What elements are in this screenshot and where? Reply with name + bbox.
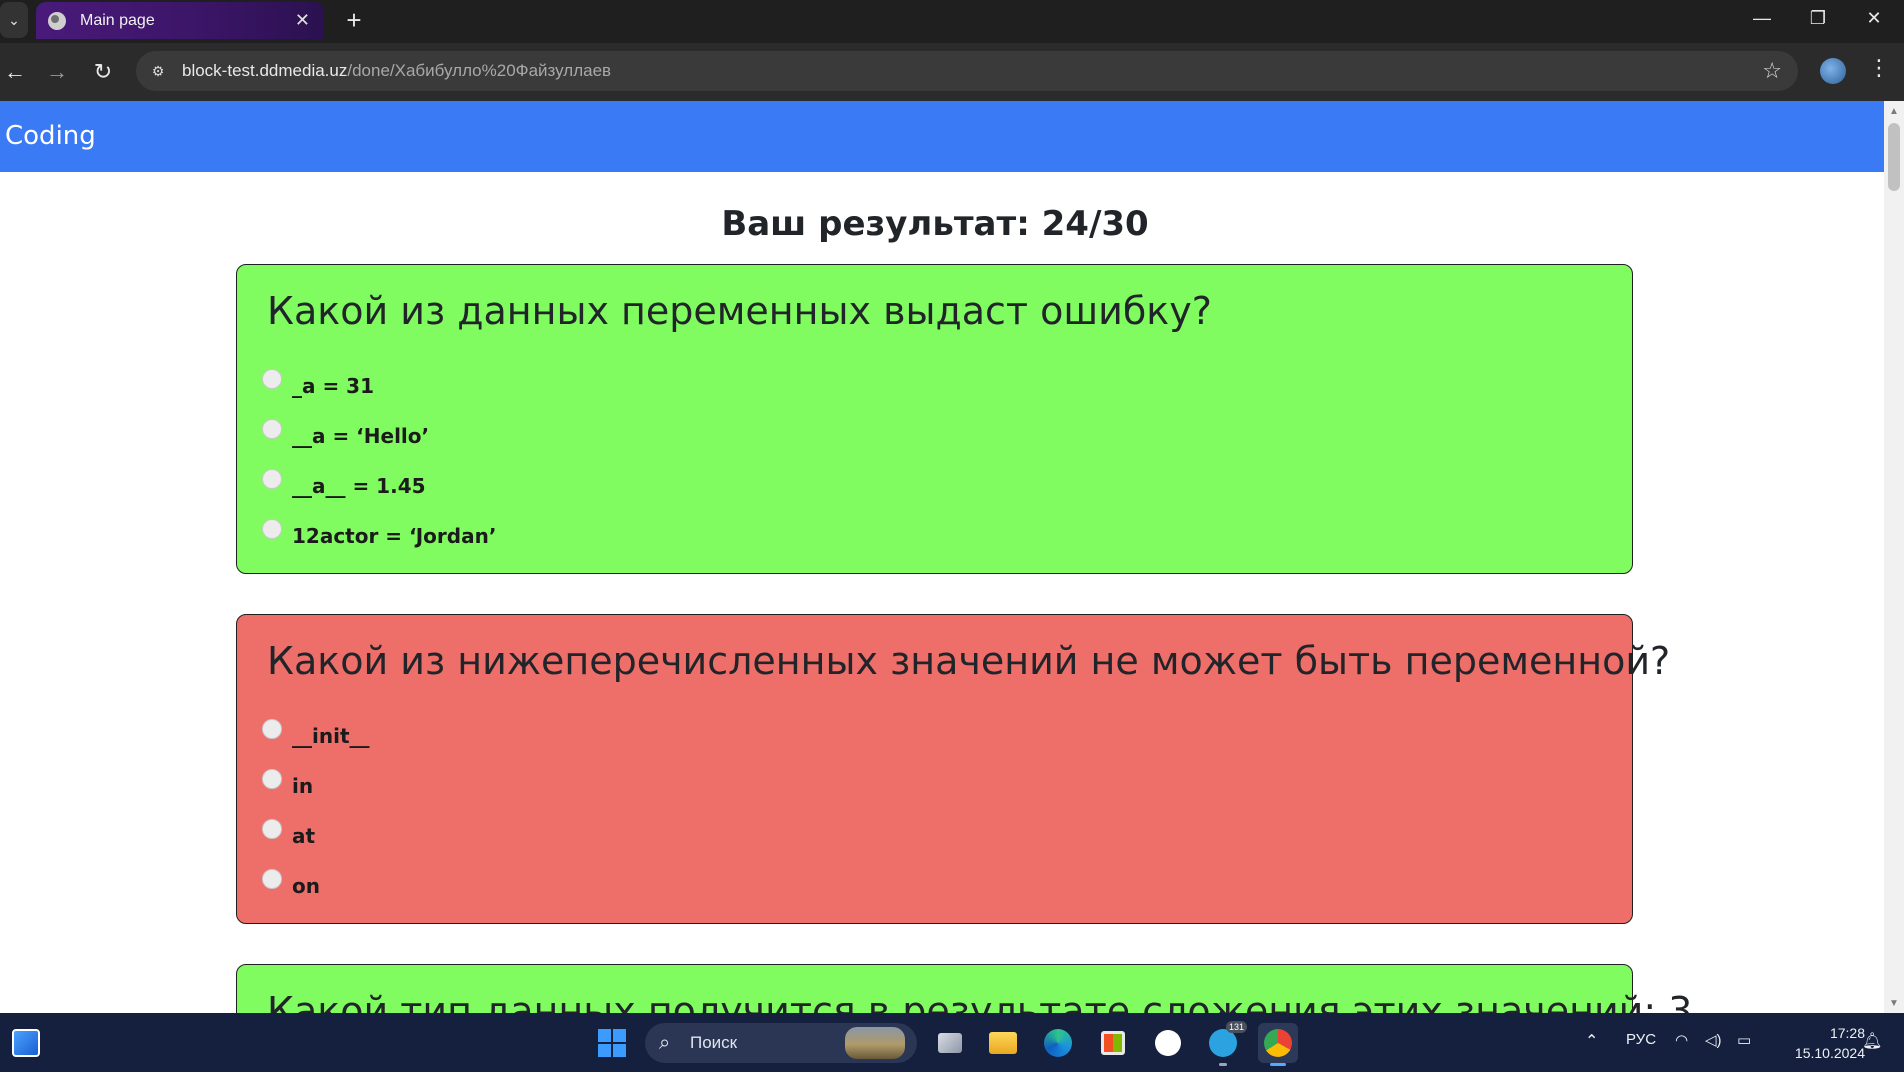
- tab-title: Main page: [80, 11, 155, 29]
- url-path: /done/Хабибулло%20Файзуллаев: [347, 61, 612, 80]
- globe-icon: [48, 11, 66, 30]
- wifi-icon[interactable]: ◠: [1675, 1031, 1688, 1049]
- site-info-icon[interactable]: ⚙: [146, 59, 170, 83]
- back-arrow-icon[interactable]: ←: [0, 57, 30, 87]
- radio-button[interactable]: [262, 369, 282, 389]
- radio-button[interactable]: [262, 419, 282, 439]
- clock-time: 17:28: [1829, 1025, 1865, 1041]
- question-text: Какой из нижеперечисленных значений не м…: [267, 639, 1671, 683]
- question-card-wrong: Какой из нижеперечисленных значений не м…: [236, 614, 1671, 924]
- search-placeholder: Поиск: [690, 1033, 738, 1052]
- question-text: Какой тип данных получится в результате …: [267, 989, 1693, 1013]
- taskbar-search[interactable]: ⌕ Поиск: [645, 1023, 917, 1063]
- bell-icon[interactable]: 🔔︎: [1862, 1031, 1882, 1051]
- scroll-thumb[interactable]: [1888, 123, 1900, 191]
- scroll-up-arrow-icon[interactable]: ▲: [1884, 103, 1904, 119]
- option-label: at: [292, 824, 316, 848]
- tab-close-icon[interactable]: ✕: [295, 10, 310, 31]
- url-host: block-test.ddmedia.uz: [182, 61, 348, 80]
- radio-button[interactable]: [262, 469, 282, 489]
- browser-menu-icon[interactable]: ⋮: [1868, 55, 1890, 81]
- browser-tab-active[interactable]: Main page ✕: [36, 2, 324, 39]
- result-heading: Ваш результат: 24/30: [721, 204, 1149, 244]
- answer-option[interactable]: in: [262, 757, 1602, 807]
- task-view-icon[interactable]: [930, 1023, 970, 1063]
- volume-icon[interactable]: ◁): [1705, 1031, 1722, 1049]
- option-label: in: [292, 774, 314, 798]
- option-label: __a = ‘Hello’: [292, 424, 430, 448]
- radio-button[interactable]: [262, 519, 282, 539]
- battery-icon[interactable]: ▭: [1737, 1031, 1751, 1049]
- search-highlight-image: [845, 1027, 905, 1059]
- option-label: __a__ = 1.45: [292, 474, 426, 498]
- page-scrollbar[interactable]: ▲ ▼: [1884, 101, 1904, 1013]
- address-bar[interactable]: ⚙ block-test.ddmedia.uz/done/Хабибулло%2…: [136, 51, 1798, 91]
- bookmark-star-icon[interactable]: ☆: [1762, 58, 1782, 84]
- option-label: _a = 31: [292, 374, 375, 398]
- language-indicator[interactable]: РУС: [1626, 1031, 1656, 1048]
- radio-button[interactable]: [262, 719, 282, 739]
- store-icon[interactable]: [1093, 1023, 1133, 1063]
- answer-option[interactable]: __init__: [262, 707, 1602, 757]
- widgets-icon[interactable]: [6, 1023, 46, 1063]
- question-text: Какой из данных переменных выдаст ошибку…: [267, 289, 1212, 333]
- url-text[interactable]: block-test.ddmedia.uz/done/Хабибулло%20Ф…: [182, 61, 611, 81]
- profile-avatar[interactable]: [1820, 58, 1846, 84]
- radio-button[interactable]: [262, 769, 282, 789]
- telegram-badge: 131: [1225, 1021, 1247, 1033]
- option-label: 12actor = ‘Jordan’: [292, 524, 497, 548]
- forward-arrow-icon[interactable]: →: [42, 57, 72, 87]
- navbar-brand[interactable]: Coding: [5, 121, 96, 151]
- close-window-button[interactable]: ✕: [1846, 0, 1902, 36]
- windows-taskbar: ⌕ Поиск 131 ⌃ РУС ◠ ◁) ▭ 17:28 15.10.202…: [0, 1013, 1904, 1072]
- edge-icon[interactable]: [1038, 1023, 1078, 1063]
- clock-date: 15.10.2024: [1794, 1045, 1865, 1061]
- answer-option[interactable]: __a = ‘Hello’: [262, 407, 1602, 457]
- site-navbar: Coding: [0, 101, 1884, 172]
- question-card-correct: Какой из данных переменных выдаст ошибку…: [236, 264, 1633, 574]
- question-card-correct: Какой тип данных получится в результате …: [236, 964, 1693, 1013]
- github-icon[interactable]: [1148, 1023, 1188, 1063]
- page-viewport: Coding Ваш результат: 24/30 Какой из дан…: [0, 101, 1884, 1013]
- answer-option[interactable]: on: [262, 857, 1602, 907]
- telegram-icon[interactable]: 131: [1203, 1021, 1247, 1066]
- radio-button[interactable]: [262, 819, 282, 839]
- search-icon: ⌕: [659, 1032, 671, 1054]
- answer-option[interactable]: __a__ = 1.45: [262, 457, 1602, 507]
- browser-tab-strip: ⌄ Main page ✕ + — ❐ ✕: [0, 0, 1904, 43]
- option-label: __init__: [292, 724, 370, 748]
- answer-option[interactable]: 12actor = ‘Jordan’: [262, 507, 1602, 557]
- minimize-button[interactable]: —: [1734, 0, 1790, 36]
- file-explorer-icon[interactable]: [983, 1023, 1023, 1063]
- answer-option[interactable]: at: [262, 807, 1602, 857]
- browser-toolbar: ← → ↻ ⚙ block-test.ddmedia.uz/done/Хабиб…: [0, 43, 1904, 101]
- answer-option[interactable]: _a = 31: [262, 357, 1602, 407]
- reload-icon[interactable]: ↻: [88, 57, 118, 87]
- chrome-icon[interactable]: [1258, 1023, 1298, 1066]
- chevron-up-icon[interactable]: ⌃: [1585, 1031, 1598, 1051]
- taskbar-clock[interactable]: 17:28 15.10.2024: [1775, 1023, 1865, 1063]
- new-tab-button[interactable]: +: [338, 4, 370, 36]
- restore-button[interactable]: ❐: [1790, 0, 1846, 36]
- windows-start-icon[interactable]: [592, 1023, 632, 1063]
- radio-button[interactable]: [262, 869, 282, 889]
- option-label: on: [292, 874, 320, 898]
- scroll-down-arrow-icon[interactable]: ▼: [1884, 995, 1904, 1011]
- tab-search-button[interactable]: ⌄: [0, 2, 28, 38]
